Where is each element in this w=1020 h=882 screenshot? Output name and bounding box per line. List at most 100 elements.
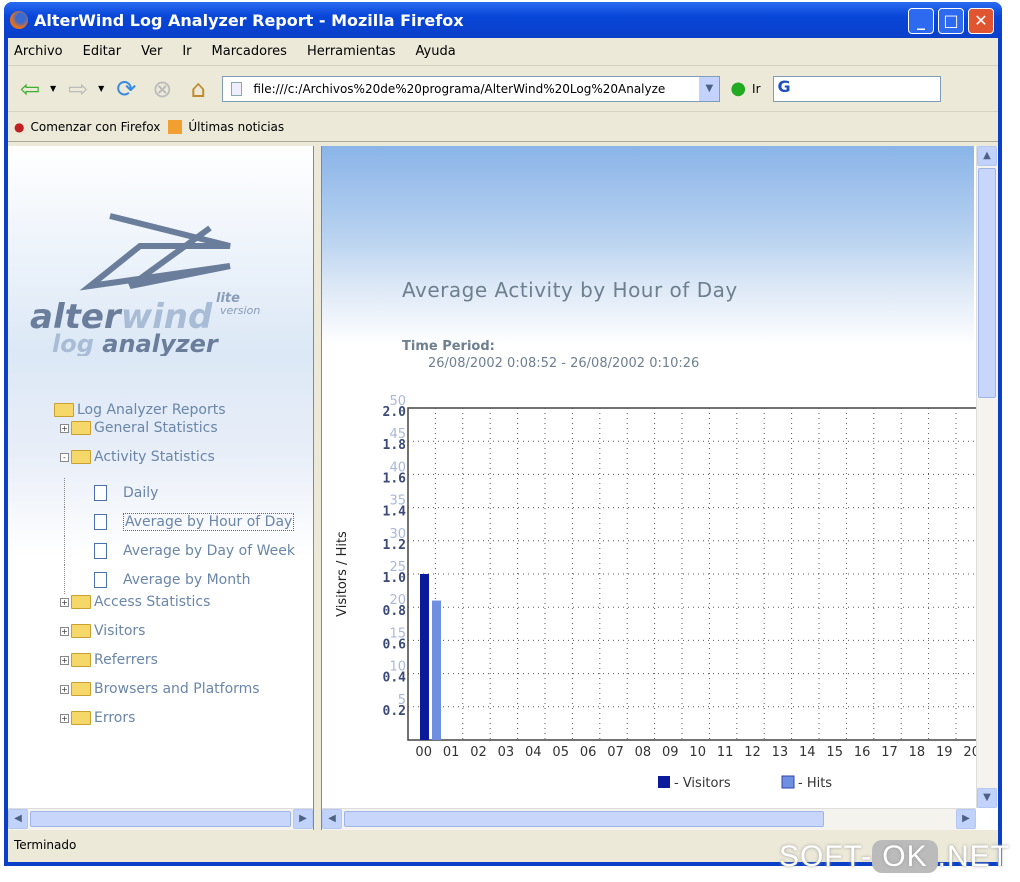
navigation-frame: alterwind log analyzer lite version Log …: [8, 146, 314, 830]
maximize-button[interactable]: □: [938, 8, 964, 34]
tree-item[interactable]: Average by Hour of Day: [60, 507, 295, 536]
y-axis-label: Visitors / Hits: [335, 531, 350, 617]
legend-label-hits: - Hits: [798, 776, 832, 791]
status-text: Terminado: [14, 838, 77, 852]
menu-ayuda[interactable]: Ayuda: [416, 44, 456, 59]
menu-bar: Archivo Editar Ver Ir Marcadores Herramientas…: [8, 38, 998, 66]
menu-marcadores[interactable]: Marcadores: [212, 44, 287, 59]
activity-chart: 0.250.4100.6150.8201.0251.2301.4351.6401…: [335, 394, 998, 791]
url-dropdown-button[interactable]: ▼: [699, 76, 720, 101]
frame-splitter[interactable]: [314, 146, 322, 830]
expander-icon[interactable]: +: [60, 423, 69, 433]
tree-item[interactable]: Daily: [60, 478, 158, 507]
forward-button[interactable]: ⇨: [62, 73, 94, 105]
tree-label: Errors: [94, 710, 136, 726]
folder-icon: [71, 421, 91, 435]
scroll-down-button[interactable]: ▼: [977, 788, 997, 808]
browser-window: AlterWind Log Analyzer Report - Mozilla …: [4, 2, 1002, 866]
x-tick-label: 11: [717, 745, 734, 760]
expander-icon[interactable]: +: [60, 684, 69, 694]
tree-item[interactable]: - Activity Statistics: [60, 449, 215, 465]
scroll-left-button[interactable]: ◀: [322, 809, 342, 829]
search-input[interactable]: G: [772, 75, 941, 102]
scroll-up-button[interactable]: ▲: [977, 146, 997, 166]
folder-icon: [71, 450, 91, 464]
tree-item[interactable]: Average by Month: [60, 565, 250, 594]
tree-item[interactable]: + Access Statistics: [60, 594, 210, 610]
report-frame: Average Activity by Hour of Day Time Per…: [322, 146, 998, 830]
x-tick-label: 10: [689, 745, 706, 760]
document-icon: [94, 513, 107, 530]
y-tick-hits: 50: [389, 394, 406, 409]
vertical-scrollbar[interactable]: ▲ ▼: [976, 146, 998, 808]
legend-swatch-hits: [781, 775, 795, 789]
go-icon[interactable]: ●: [730, 78, 746, 99]
go-button[interactable]: Ir: [752, 82, 760, 96]
tree-label: Log Analyzer Reports: [77, 402, 226, 418]
x-tick-label: 14: [799, 745, 816, 760]
folder-open-icon: [54, 403, 74, 417]
x-tick-label: 12: [744, 745, 761, 760]
x-tick-label: 00: [415, 745, 432, 760]
y-tick-hits: 20: [389, 593, 406, 608]
tree-item[interactable]: + General Statistics: [60, 420, 218, 436]
tree-label: Activity Statistics: [94, 449, 215, 465]
scroll-right-button[interactable]: ▶: [293, 809, 313, 829]
tree-item[interactable]: Average by Day of Week: [60, 536, 295, 565]
tree-item[interactable]: + Visitors: [60, 623, 145, 639]
tree-label: Visitors: [94, 623, 146, 639]
close-button[interactable]: ✕: [968, 8, 994, 34]
tree-label: General Statistics: [94, 420, 218, 436]
expander-icon[interactable]: +: [60, 655, 69, 665]
expander-icon[interactable]: +: [60, 713, 69, 723]
scroll-right-button[interactable]: ▶: [956, 809, 976, 829]
document-icon: [94, 571, 107, 588]
folder-icon: [71, 595, 91, 609]
legend-swatch-visitors: [658, 776, 670, 788]
bookmarks-toolbar: ● Comenzar con Firefox Últimas noticias: [8, 112, 998, 142]
y-tick-hits: 40: [389, 460, 406, 475]
y-tick-hits: 30: [389, 527, 406, 542]
left-horizontal-scrollbar[interactable]: ◀ ▶: [8, 808, 313, 830]
menu-herramientas[interactable]: Herramientas: [307, 44, 396, 59]
expander-icon[interactable]: +: [60, 626, 69, 636]
menu-archivo[interactable]: Archivo: [14, 44, 63, 59]
bookmark-getting-started[interactable]: Comenzar con Firefox: [30, 120, 160, 134]
x-tick-label: 03: [498, 745, 515, 760]
minimize-button[interactable]: _: [908, 8, 934, 34]
y-tick-hits: 25: [389, 560, 406, 575]
expander-icon[interactable]: -: [60, 452, 69, 462]
scroll-thumb[interactable]: [978, 168, 996, 398]
horizontal-scrollbar[interactable]: ◀ ▶: [322, 808, 976, 830]
y-tick-hits: 15: [389, 626, 406, 641]
tree-item[interactable]: + Referrers: [60, 652, 158, 668]
watermark: SOFT- OK .NET: [778, 840, 1010, 873]
stop-button[interactable]: ⊗: [146, 73, 178, 105]
document-icon: [94, 542, 107, 559]
x-tick-label: 01: [443, 745, 460, 760]
tree-item[interactable]: + Errors: [60, 710, 135, 726]
y-tick-hits: 10: [389, 660, 406, 675]
expander-icon[interactable]: +: [60, 597, 69, 607]
home-button[interactable]: ⌂: [182, 73, 214, 105]
reload-button[interactable]: ⟳: [110, 73, 142, 105]
menu-ir[interactable]: Ir: [182, 44, 191, 59]
tree-item[interactable]: + Browsers and Platforms: [60, 681, 260, 697]
menu-ver[interactable]: Ver: [141, 44, 162, 59]
url-bar[interactable]: file:///c:/Archivos%20de%20programa/Alte…: [222, 75, 721, 102]
bookmark-latest-news[interactable]: Últimas noticias: [188, 120, 284, 134]
scroll-thumb[interactable]: [344, 811, 824, 827]
tree-label: Average by Hour of Day: [123, 512, 295, 531]
tree-root[interactable]: Log Analyzer Reports: [54, 402, 226, 418]
tree-label: Referrers: [94, 652, 158, 668]
scroll-thumb[interactable]: [30, 811, 291, 827]
tree-label: Average by Month: [123, 571, 251, 588]
x-tick-label: 04: [525, 745, 542, 760]
back-button[interactable]: ⇦: [14, 73, 46, 105]
menu-editar[interactable]: Editar: [83, 44, 122, 59]
folder-icon: [71, 624, 91, 638]
x-tick-label: 02: [470, 745, 487, 760]
folder-icon: [71, 711, 91, 725]
tree-label: Access Statistics: [94, 594, 211, 610]
scroll-left-button[interactable]: ◀: [8, 809, 28, 829]
